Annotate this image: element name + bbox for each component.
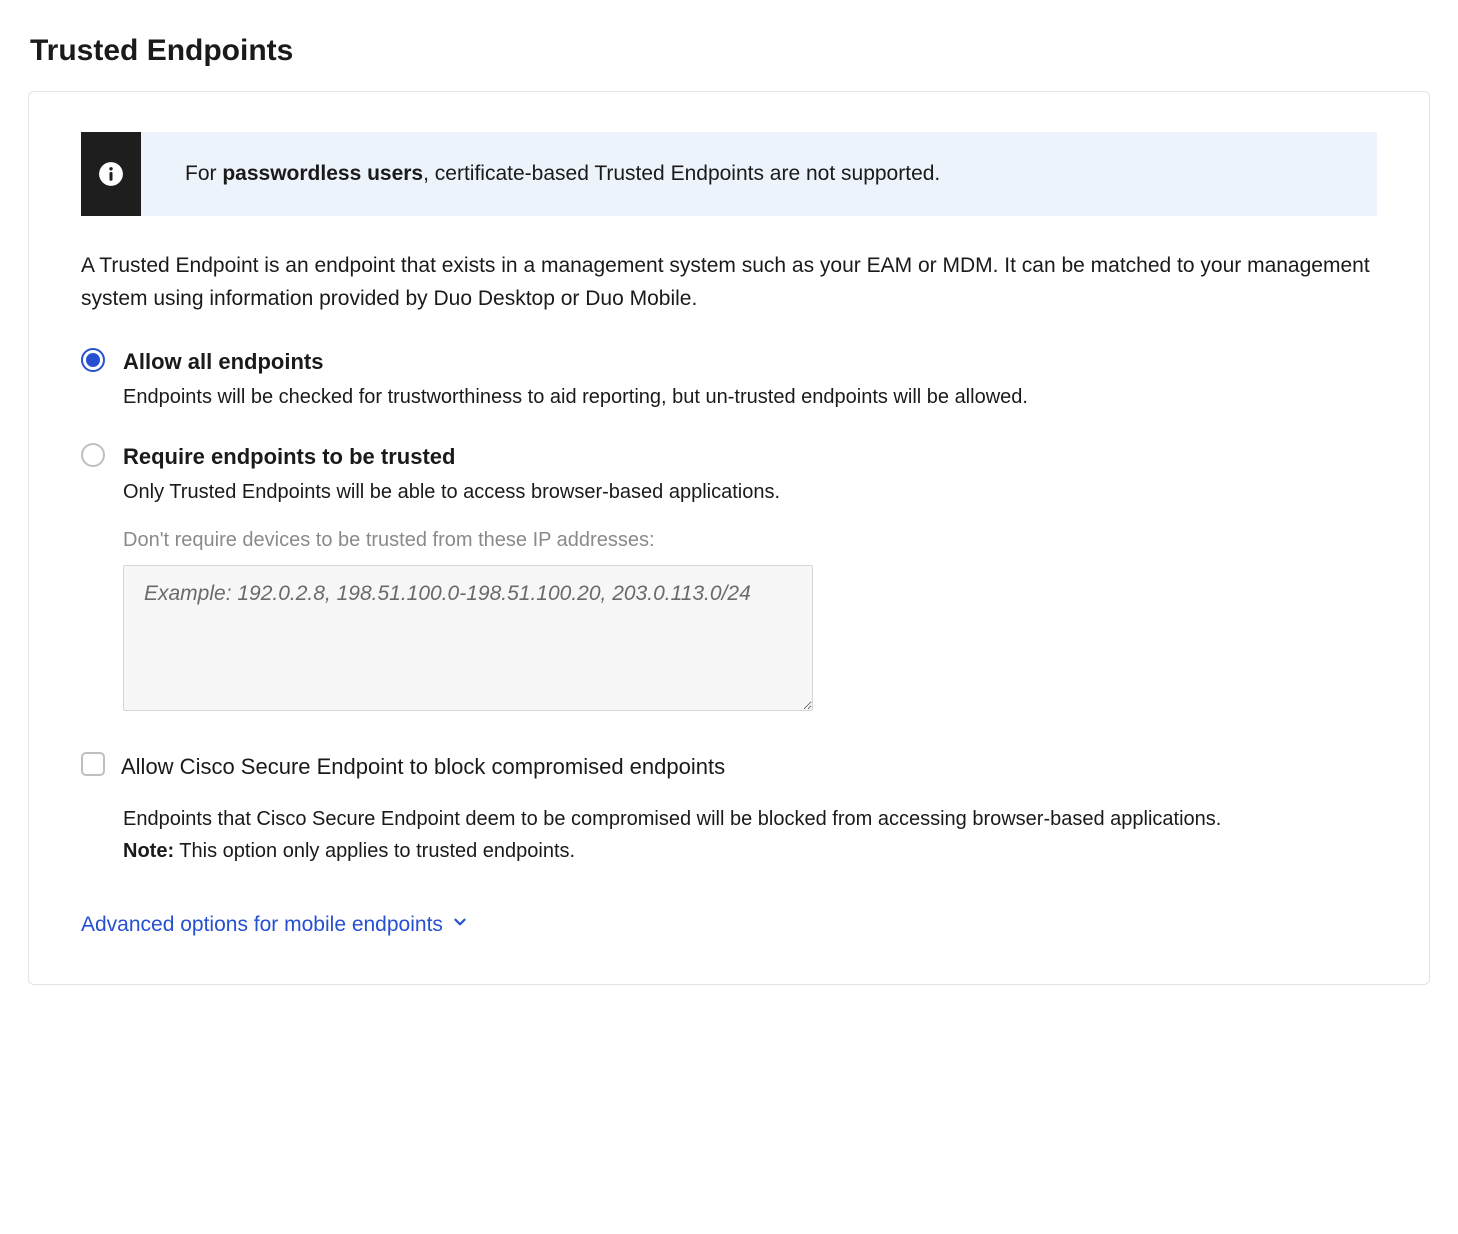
radio-allow-all[interactable]: Allow all endpoints: [81, 345, 1377, 378]
advanced-options-toggle[interactable]: Advanced options for mobile endpoints: [81, 913, 469, 937]
chevron-down-icon: [451, 913, 469, 937]
checkbox-label-cisco-block: Allow Cisco Secure Endpoint to block com…: [121, 750, 725, 783]
cisco-block-description: Endpoints that Cisco Secure Endpoint dee…: [123, 808, 1221, 830]
section-description: A Trusted Endpoint is an endpoint that e…: [81, 250, 1377, 315]
info-suffix: , certificate-based Trusted Endpoints ar…: [423, 162, 940, 185]
radio-sub-allow-all: Endpoints will be checked for trustworth…: [123, 382, 1377, 412]
ip-exempt-textarea[interactable]: [123, 565, 813, 711]
radio-label-allow-all: Allow all endpoints: [123, 345, 323, 378]
checkbox-sub-cisco-block: Endpoints that Cisco Secure Endpoint dee…: [123, 803, 1377, 867]
trust-mode-radio-group: Allow all endpoints Endpoints will be ch…: [81, 345, 1377, 867]
info-banner-text: For passwordless users, certificate-base…: [141, 132, 970, 216]
info-icon: [81, 132, 141, 216]
radio-sub-require-trusted: Only Trusted Endpoints will be able to a…: [123, 477, 1377, 507]
info-banner: For passwordless users, certificate-base…: [81, 132, 1377, 216]
checkbox-cisco-block[interactable]: Allow Cisco Secure Endpoint to block com…: [81, 750, 1377, 783]
info-bold: passwordless users: [222, 162, 423, 185]
note-label: Note:: [123, 840, 174, 862]
ip-exempt-label: Don't require devices to be trusted from…: [123, 525, 1377, 555]
note-text: This option only applies to trusted endp…: [174, 840, 575, 862]
radio-input-allow-all[interactable]: [81, 348, 105, 372]
ip-exempt-block: Don't require devices to be trusted from…: [123, 525, 1377, 720]
checkbox-input-cisco-block[interactable]: [81, 752, 105, 776]
settings-panel: For passwordless users, certificate-base…: [28, 91, 1430, 985]
info-prefix: For: [185, 162, 222, 185]
radio-input-require-trusted[interactable]: [81, 443, 105, 467]
advanced-options-label: Advanced options for mobile endpoints: [81, 913, 443, 937]
radio-require-trusted[interactable]: Require endpoints to be trusted: [81, 440, 1377, 473]
radio-label-require-trusted: Require endpoints to be trusted: [123, 440, 455, 473]
page-title: Trusted Endpoints: [30, 28, 1430, 73]
